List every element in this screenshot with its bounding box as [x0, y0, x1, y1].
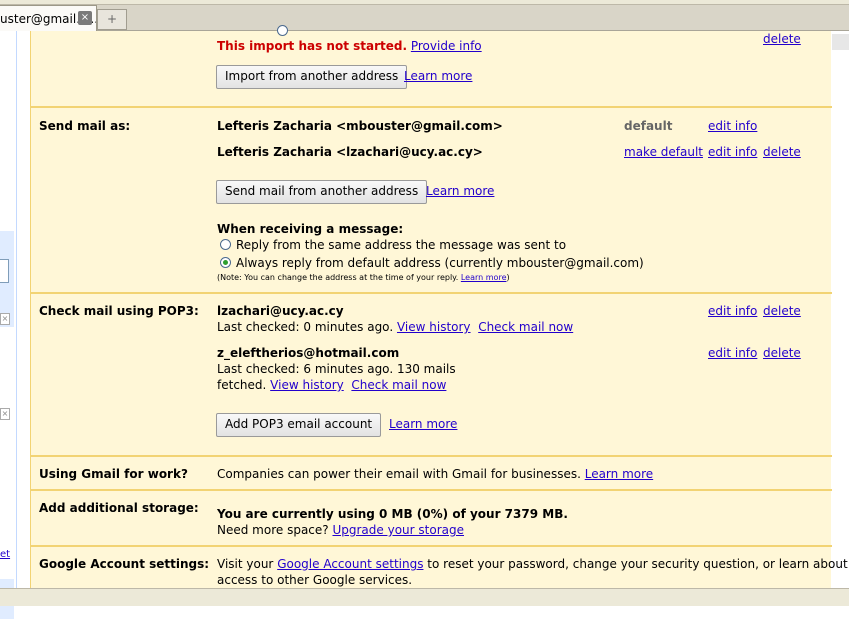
google-account-settings-link[interactable]: Google Account settings: [277, 557, 423, 571]
close-icon[interactable]: ×: [0, 408, 10, 420]
default-badge: default: [624, 119, 673, 133]
send-address-1: Lefteris Zacharia <mbouster@gmail.com>: [217, 119, 503, 133]
check-mail-now-link[interactable]: Check mail now: [478, 320, 573, 334]
edit-info-link[interactable]: edit info: [708, 119, 757, 133]
need-more-text: Need more space?: [217, 523, 329, 537]
work-text: Companies can power their email with Gma…: [217, 467, 581, 481]
account-rest-text: to reset your password, change your secu…: [427, 557, 848, 571]
pop3-account-status: fetched. View history Check mail now: [217, 378, 446, 392]
add-pop3-account-button[interactable]: Add POP3 email account: [216, 413, 382, 437]
reply-same-radio[interactable]: [220, 239, 231, 250]
browser-tab-bar: uster@gmail.c... × +: [0, 0, 849, 31]
row-divider: [30, 106, 832, 108]
pop3-account-email: lzachari@ucy.ac.cy: [217, 304, 344, 318]
edit-info-link[interactable]: edit info: [708, 304, 757, 318]
reply-note: (Note: You can change the address at the…: [217, 273, 510, 282]
import-learn-more-link[interactable]: Learn more: [404, 69, 472, 83]
gmail-for-work-text: Companies can power their email with Gma…: [217, 467, 653, 481]
import-delete-link[interactable]: delete: [763, 32, 801, 46]
pop3-account-status: Last checked: 0 minutes ago. View histor…: [217, 320, 573, 334]
send-mail-as-label: Send mail as:: [39, 119, 131, 133]
view-history-link[interactable]: View history: [270, 378, 344, 392]
row-divider: [30, 489, 832, 491]
row-divider: [30, 545, 832, 547]
pop3-label: Check mail using POP3:: [39, 304, 199, 318]
toolbar-strip: [0, 0, 849, 5]
note-learn-more-link[interactable]: Learn more: [461, 273, 507, 282]
scrollbar[interactable]: [832, 50, 849, 588]
google-account-label: Google Account settings:: [39, 557, 210, 571]
view-history-link[interactable]: View history: [397, 320, 471, 334]
scroll-up-icon[interactable]: [832, 34, 849, 50]
note-text: (Note: You can change the address at the…: [217, 273, 459, 282]
google-account-text: Visit your Google Account settings to re…: [217, 557, 848, 571]
tab-close-icon[interactable]: ×: [78, 11, 92, 25]
reply-default-radio[interactable]: [220, 257, 231, 268]
radio-button[interactable]: [277, 25, 288, 36]
delete-link[interactable]: delete: [763, 304, 801, 318]
receiving-heading: When receiving a message:: [217, 222, 404, 236]
send-address-2: Lefteris Zacharia <lzachari@ucy.ac.cy>: [217, 145, 483, 159]
note-end: ): [506, 273, 510, 282]
sidebar-input[interactable]: [0, 259, 9, 283]
pop3-learn-more-link[interactable]: Learn more: [389, 417, 457, 431]
send-learn-more-link[interactable]: Learn more: [426, 184, 494, 198]
send-mail-from-address-button[interactable]: Send mail from another address: [216, 180, 428, 204]
row-divider: [30, 455, 832, 457]
provide-info-link[interactable]: Provide info: [411, 39, 482, 53]
import-status: This import has not started.: [217, 39, 408, 53]
work-learn-more-link[interactable]: Learn more: [585, 467, 653, 481]
row-divider: [30, 292, 832, 294]
sidebar-link[interactable]: et: [0, 549, 10, 560]
import-from-address-button[interactable]: Import from another address: [216, 65, 408, 89]
check-mail-now-link[interactable]: Check mail now: [351, 378, 446, 392]
visit-text: Visit your: [217, 557, 274, 571]
storage-usage: You are currently using 0 MB (0%) of you…: [217, 507, 568, 521]
edit-info-link[interactable]: edit info: [708, 346, 757, 360]
pop3-status-text: Last checked: 6 minutes ago. 130 mails: [217, 362, 456, 376]
pop3-status-text: Last checked: 0 minutes ago.: [217, 320, 394, 334]
reply-same-label: Reply from the same address the message …: [236, 238, 567, 252]
reply-default-label: Always reply from default address (curre…: [236, 256, 644, 270]
make-default-link[interactable]: make default: [624, 145, 703, 159]
storage-label: Add additional storage:: [39, 501, 199, 515]
pop3-account-email: z_eleftherios@hotmail.com: [217, 346, 400, 360]
delete-link[interactable]: delete: [763, 346, 801, 360]
edit-info-link[interactable]: edit info: [708, 145, 757, 159]
upgrade-storage-link[interactable]: Upgrade your storage: [332, 523, 464, 537]
delete-link[interactable]: delete: [763, 145, 801, 159]
storage-need-more: Need more space? Upgrade your storage: [217, 523, 464, 537]
status-bar: [0, 588, 849, 606]
pop3-status-text: fetched.: [217, 378, 267, 392]
left-sidebar: ▼ × × et: [0, 31, 17, 619]
gmail-for-work-label: Using Gmail for work?: [39, 467, 188, 481]
close-icon[interactable]: ×: [0, 313, 10, 325]
account-line2: access to other Google services.: [217, 573, 413, 587]
new-tab-button[interactable]: +: [97, 9, 127, 30]
